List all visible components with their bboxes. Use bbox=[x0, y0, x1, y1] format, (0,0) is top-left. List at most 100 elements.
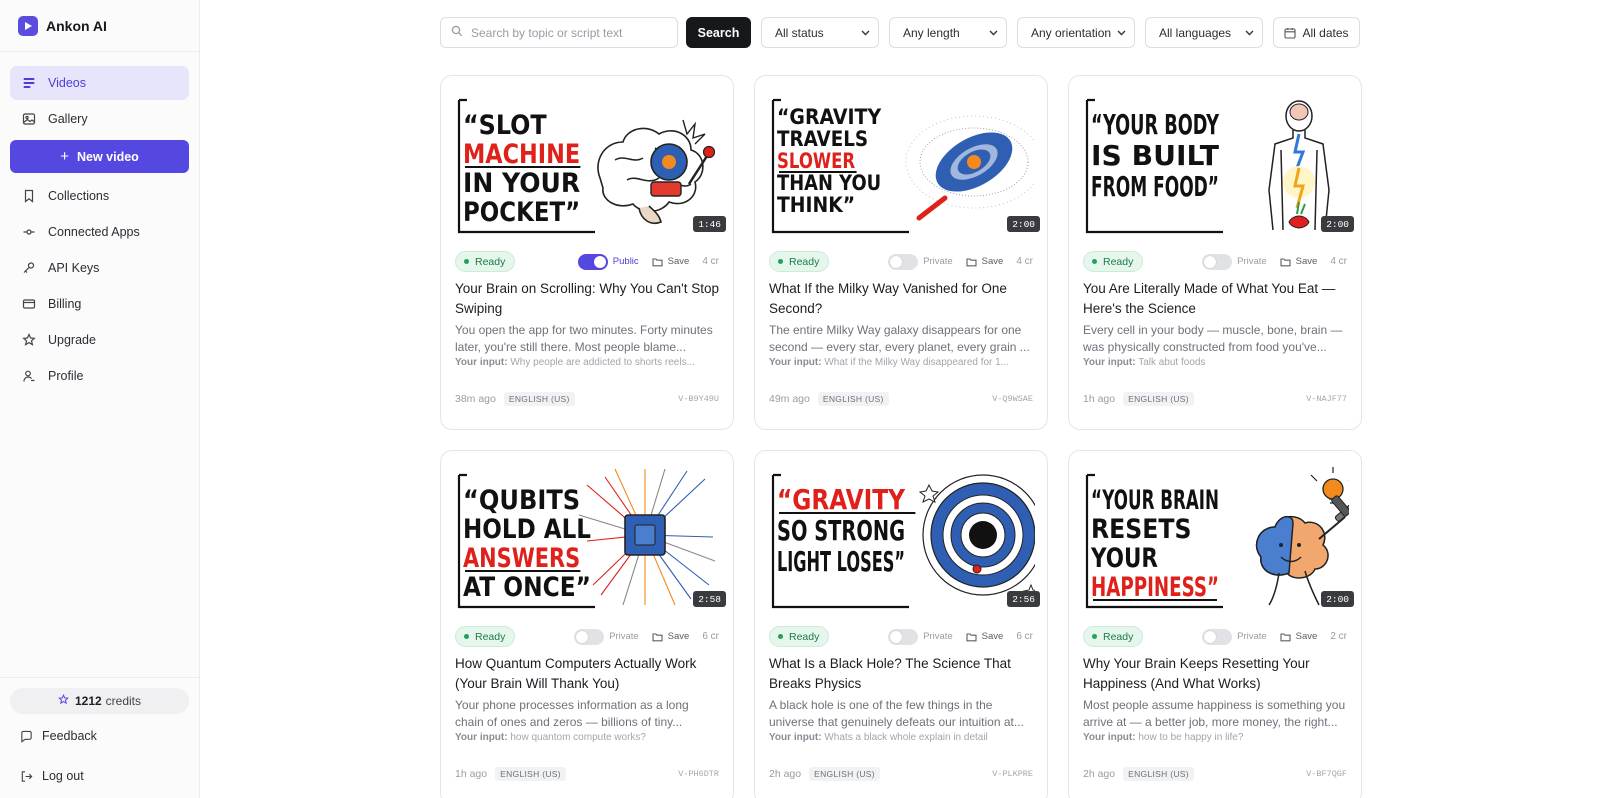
sidebar-item-api-keys[interactable]: API Keys bbox=[10, 251, 189, 285]
video-card[interactable]: “GRAVITY TRAVELS SLOWER THAN YOU THINK” 2:00… bbox=[754, 75, 1048, 430]
status-filter-select[interactable]: All status bbox=[761, 17, 879, 48]
chat-bubble-icon bbox=[20, 729, 34, 743]
folder-icon bbox=[966, 632, 977, 642]
video-title[interactable]: Why Your Brain Keeps Resetting Your Happ… bbox=[1083, 654, 1347, 694]
video-title[interactable]: Your Brain on Scrolling: Why You Can't S… bbox=[455, 279, 719, 319]
sidebar-footer: 1212 credits Feedback Log out bbox=[0, 677, 199, 794]
image-icon bbox=[22, 112, 36, 126]
created-time: 49m ago bbox=[769, 393, 810, 405]
video-card[interactable]: “GRAVITY SO STRONG LIGHT LOSES” 2:56 Ready… bbox=[754, 450, 1048, 798]
sidebar-item-gallery[interactable]: Gallery bbox=[10, 102, 189, 136]
credits-badge[interactable]: 1212 credits bbox=[10, 688, 189, 714]
video-card[interactable]: “YOUR BRAIN RESETS YOUR HAPPINESS” 2:00 Rea… bbox=[1068, 450, 1362, 798]
thumbnail-headline-line: THINK” bbox=[777, 193, 855, 217]
video-card[interactable]: “QUBITS HOLD ALL ANSWERS AT ONCE” 2:58 Read… bbox=[440, 450, 734, 798]
user-input-label: Your input: bbox=[1083, 357, 1136, 368]
user-input-line: Your input: how to be happy in life? bbox=[1083, 732, 1347, 743]
video-title[interactable]: What Is a Black Hole? The Science That B… bbox=[769, 654, 1033, 694]
date-filter-button[interactable]: All dates bbox=[1273, 17, 1360, 48]
save-button[interactable]: Save bbox=[1280, 256, 1317, 267]
sidebar-item-connected-apps[interactable]: Connected Apps bbox=[10, 215, 189, 249]
video-thumbnail[interactable]: “YOUR BODY IS BUILT FROM FOOD” bbox=[1083, 90, 1349, 240]
quantum-chip-illustration bbox=[578, 468, 716, 606]
duration-badge: 2:56 bbox=[1007, 591, 1040, 607]
sidebar-item-videos[interactable]: Videos bbox=[10, 66, 189, 100]
sidebar-item-billing[interactable]: Billing bbox=[10, 287, 189, 321]
visibility-toggle[interactable] bbox=[574, 628, 605, 645]
thumbnail-headline-line: AT ONCE” bbox=[463, 572, 591, 603]
status-label: Ready bbox=[789, 255, 820, 268]
sidebar-item-label: API Keys bbox=[48, 261, 100, 275]
sidebar-item-collections[interactable]: Collections bbox=[10, 179, 189, 213]
video-title[interactable]: You Are Literally Made of What You Eat —… bbox=[1083, 279, 1347, 319]
user-input-line: Your input: What if the Milky Way disapp… bbox=[769, 357, 1033, 368]
save-button[interactable]: Save bbox=[652, 631, 689, 642]
thumbnail-art: “YOUR BRAINRESETSYOURHAPPINESS” bbox=[1085, 467, 1349, 609]
video-thumbnail[interactable]: “GRAVITY TRAVELS SLOWER THAN YOU THINK” bbox=[769, 90, 1035, 240]
language-badge: ENGLISH (US) bbox=[809, 767, 880, 781]
save-label: Save bbox=[981, 631, 1004, 642]
human-body-illustration bbox=[1268, 100, 1330, 231]
duration-badge: 2:58 bbox=[693, 591, 726, 607]
visibility-toggle[interactable] bbox=[577, 253, 608, 270]
save-button[interactable]: Save bbox=[1280, 631, 1317, 642]
video-thumbnail[interactable]: “SLOT MACHINE IN YOUR POCKET” bbox=[455, 90, 721, 240]
status-badge: Ready bbox=[769, 251, 830, 272]
date-filter-label: All dates bbox=[1302, 25, 1349, 40]
status-dot-icon bbox=[1092, 259, 1097, 264]
star-icon bbox=[22, 333, 36, 347]
language-badge: ENGLISH (US) bbox=[503, 392, 575, 406]
brain-slot-machine-illustration bbox=[597, 119, 716, 224]
language-filter-value: All languages bbox=[1159, 25, 1232, 40]
sidebar-item-profile[interactable]: Profile bbox=[10, 359, 189, 393]
search-input[interactable] bbox=[471, 25, 671, 40]
sparkle-icon bbox=[58, 693, 69, 708]
search-button[interactable]: Search bbox=[686, 17, 751, 48]
video-id: V-NAJF77 bbox=[1306, 394, 1347, 404]
video-title[interactable]: What If the Milky Way Vanished for One S… bbox=[769, 279, 1033, 319]
thumbnail-headline-line: “SLOT bbox=[463, 110, 547, 141]
thumbnail-headline-line: HOLD ALL bbox=[463, 514, 591, 545]
new-video-label: New video bbox=[76, 149, 139, 164]
thumbnail-headline-line: MACHINE bbox=[463, 139, 580, 170]
video-thumbnail[interactable]: “GRAVITY SO STRONG LIGHT LOSES” bbox=[769, 465, 1035, 615]
folder-icon bbox=[1280, 257, 1291, 267]
orientation-filter-select[interactable]: Any orientation bbox=[1017, 17, 1135, 48]
video-card[interactable]: “YOUR BODY IS BUILT FROM FOOD” 2:00 Ready … bbox=[1068, 75, 1362, 430]
status-badge: Ready bbox=[455, 251, 516, 272]
folder-icon bbox=[966, 257, 977, 267]
visibility-toggle[interactable] bbox=[1202, 253, 1233, 270]
video-thumbnail[interactable]: “YOUR BRAIN RESETS YOUR HAPPINESS” bbox=[1083, 465, 1349, 615]
user-input-label: Your input: bbox=[1083, 732, 1136, 743]
user-input-line: Your input: Talk abut foods bbox=[1083, 357, 1347, 368]
created-time: 1h ago bbox=[1083, 393, 1116, 405]
language-filter-select[interactable]: All languages bbox=[1145, 17, 1263, 48]
user-input-line: Your input: Whats a black whole explain … bbox=[769, 732, 1033, 743]
logout-link[interactable]: Log out bbox=[10, 758, 189, 794]
visibility-toggle[interactable] bbox=[1202, 628, 1233, 645]
save-button[interactable]: Save bbox=[652, 256, 689, 267]
visibility-toggle[interactable] bbox=[888, 253, 919, 270]
language-badge: ENGLISH (US) bbox=[1123, 767, 1194, 781]
visibility-label: Public bbox=[612, 256, 639, 267]
user-input-text: Whats a black whole explain in detail bbox=[824, 732, 988, 743]
video-thumbnail[interactable]: “QUBITS HOLD ALL ANSWERS AT ONCE” bbox=[455, 465, 721, 615]
video-card[interactable]: “SLOT MACHINE IN YOUR POCKET” 1:46 Ready Pu… bbox=[440, 75, 734, 430]
length-filter-select[interactable]: Any length bbox=[889, 17, 1007, 48]
created-time: 38m ago bbox=[455, 393, 496, 405]
user-input-label: Your input: bbox=[769, 732, 822, 743]
card-footer: 49m ago ENGLISH (US) V-Q9WSAE bbox=[769, 391, 1033, 407]
save-button[interactable]: Save bbox=[966, 256, 1003, 267]
user-input-text: What if the Milky Way disappeared for 1.… bbox=[824, 357, 1010, 368]
visibility-toggle[interactable] bbox=[888, 628, 919, 645]
sidebar-item-upgrade[interactable]: Upgrade bbox=[10, 323, 189, 357]
brand[interactable]: Ankon AI bbox=[0, 0, 199, 52]
sidebar-item-label: Connected Apps bbox=[48, 225, 140, 239]
new-video-button[interactable]: + New video bbox=[10, 140, 189, 173]
thumbnail-headline-line: RESETS bbox=[1091, 514, 1191, 545]
save-button[interactable]: Save bbox=[966, 631, 1004, 642]
status-label: Ready bbox=[1103, 255, 1134, 268]
video-title[interactable]: How Quantum Computers Actually Work (You… bbox=[455, 654, 719, 694]
feedback-link[interactable]: Feedback bbox=[10, 718, 189, 754]
bookmark-icon bbox=[22, 189, 36, 203]
